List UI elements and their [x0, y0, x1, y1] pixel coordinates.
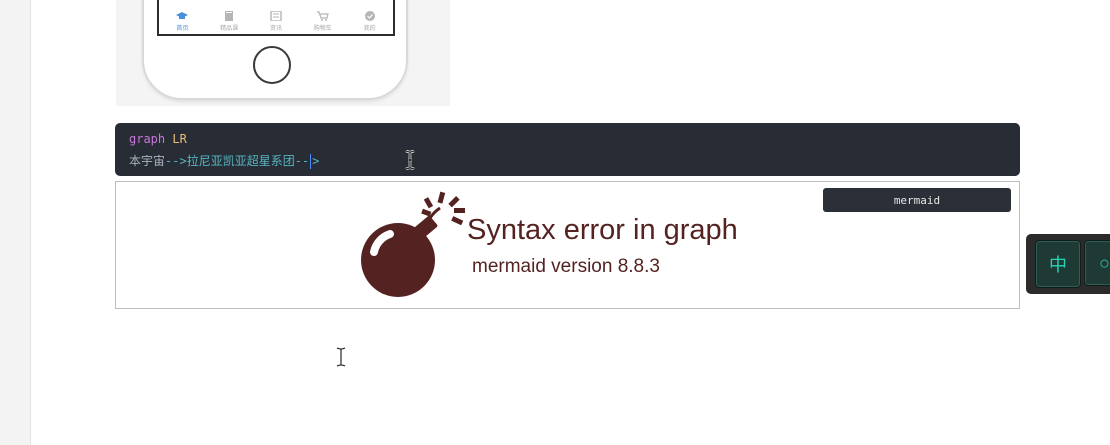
- tab-label: 购物车: [313, 26, 332, 32]
- phone-tab-bar: 首页 精品课 资讯 购物车 我的: [159, 2, 393, 32]
- news-icon: [270, 11, 282, 21]
- tab-label: 资讯: [269, 26, 282, 32]
- book-icon: [225, 11, 234, 21]
- ime-chinese-toggle[interactable]: 中: [1035, 240, 1081, 288]
- tab-label: 首页: [176, 26, 189, 32]
- ime-floating-panel: 中 ○: [1026, 234, 1110, 294]
- code-line-2[interactable]: 本宇宙-->拉尼亚凯亚超星系团-- >: [129, 152, 319, 169]
- code-node-2: 拉尼亚凯亚超星系团: [186, 154, 295, 168]
- ibeam-cursor-icon: [405, 150, 415, 170]
- phone-tab-courses: 精品课: [209, 11, 249, 32]
- code-arrow-2a: --: [294, 154, 310, 168]
- phone-home-button: [253, 46, 291, 84]
- ime-option-key[interactable]: ○: [1084, 240, 1110, 286]
- phone-screen: 首页 精品课 资讯 购物车 我的: [157, 0, 395, 36]
- phone-tab-news: 资讯: [256, 11, 296, 32]
- code-keyword: graph: [129, 132, 166, 146]
- code-arrow-2b: >: [312, 154, 320, 168]
- language-tag[interactable]: mermaid: [823, 188, 1011, 212]
- phone-tab-cart: 购物车: [303, 11, 343, 32]
- error-version: mermaid version 8.8.3: [472, 256, 660, 277]
- phone-body: 首页 精品课 资讯 购物车 我的: [142, 0, 408, 100]
- error-title: Syntax error in graph: [467, 214, 738, 246]
- bomb-icon: [361, 191, 465, 297]
- tab-label: 我的: [363, 26, 376, 32]
- mermaid-code-editor[interactable]: graph LR 本宇宙-->拉尼亚凯亚超星系团-- >: [115, 123, 1020, 176]
- profile-check-icon: [364, 11, 375, 21]
- tab-label: 精品课: [220, 26, 239, 32]
- code-node-1: 本宇宙: [129, 154, 166, 168]
- mermaid-preview: mermaid Syntax error in graph mermaid ve…: [115, 181, 1020, 309]
- code-line-1[interactable]: graph LR: [129, 132, 187, 146]
- code-arrow-1: -->: [165, 154, 187, 168]
- code-direction: LR: [172, 132, 187, 146]
- phone-tab-home: 首页: [162, 11, 202, 32]
- cart-icon: [316, 11, 329, 21]
- phone-tab-profile: 我的: [350, 11, 390, 32]
- graduation-cap-icon: [176, 12, 189, 19]
- ibeam-cursor-icon: [336, 347, 346, 367]
- phone-mockup-image: 首页 精品课 资讯 购物车 我的: [116, 0, 450, 106]
